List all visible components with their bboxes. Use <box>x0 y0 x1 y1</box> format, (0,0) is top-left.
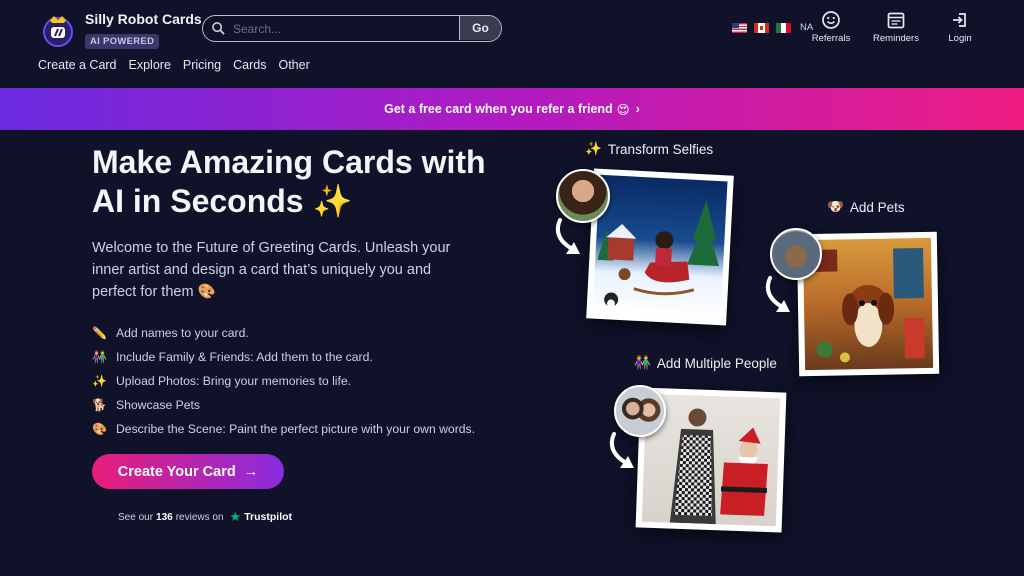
calendar-icon <box>887 12 905 29</box>
dog-icon: 🐕 <box>92 398 107 412</box>
add-multiple-people-heading: 👫 Add Multiple People <box>634 355 777 371</box>
search-go-button[interactable]: Go <box>459 16 501 40</box>
reminders-label: Reminders <box>873 33 919 44</box>
transform-selfies-heading: ✨ Transform Selfies <box>585 141 713 157</box>
search-input[interactable] <box>233 18 458 39</box>
cta-label: Create Your Card <box>117 463 236 480</box>
us-flag-icon[interactable] <box>732 22 747 33</box>
hero-subtitle: Welcome to the Future of Greeting Cards.… <box>92 237 472 303</box>
login-button[interactable]: Login <box>930 10 990 44</box>
feature-text: Showcase Pets <box>116 398 201 412</box>
list-item: 🐕 Showcase Pets <box>92 393 475 417</box>
sparkles-icon: ✨ <box>585 141 602 156</box>
list-item: ✏️ Add names to your card. <box>92 321 475 345</box>
nav-pricing[interactable]: Pricing <box>183 58 221 72</box>
christmas-sleigh-illustration <box>597 200 720 308</box>
referral-banner[interactable]: Get a free card when you refer a friend … <box>0 88 1024 130</box>
list-item: ✨ Upload Photos: Bring your memories to l… <box>92 369 475 393</box>
nav-explore[interactable]: Explore <box>129 58 171 72</box>
curved-arrow-icon <box>555 218 580 254</box>
reviews-prefix: See our <box>118 511 154 523</box>
pencil-icon: ✏️ <box>92 326 107 340</box>
people-icon: 👫 <box>92 350 107 364</box>
smiley-icon <box>822 11 840 29</box>
people-icon: 👫 <box>634 355 651 370</box>
hero-title-line1: Make Amazing Cards with <box>92 144 486 180</box>
feature-list: ✏️ Add names to your card. 👫 Include Famil… <box>92 321 475 441</box>
chevron-right-icon: › <box>635 102 640 116</box>
login-label: Login <box>948 33 972 44</box>
reminders-button[interactable]: Reminders <box>866 10 926 44</box>
dog-face-icon: 🐶 <box>827 199 844 214</box>
login-icon <box>953 13 966 27</box>
main-nav: Create a Card Explore Pricing Cards Othe… <box>38 58 310 72</box>
pet-avatar <box>770 228 822 280</box>
site-header: Silly Robot Cards AI POWERED Go Create a… <box>0 0 1024 88</box>
banner-text: Get a free card when you refer a friend <box>384 102 613 116</box>
search-bar: Go <box>202 15 502 42</box>
nav-other[interactable]: Other <box>278 58 309 72</box>
sparkles-icon: ✨ <box>92 374 107 388</box>
add-multiple-people-label: Add Multiple People <box>656 355 777 371</box>
create-your-card-button[interactable]: Create Your Card → <box>92 454 284 489</box>
arrow-right-icon: → <box>243 463 259 480</box>
feature-text: Upload Photos: Bring your memories to li… <box>116 374 352 388</box>
palette-emoji: 🎨 <box>197 284 216 300</box>
nav-create-a-card[interactable]: Create a Card <box>38 58 117 72</box>
transform-selfies-label: Transform Selfies <box>607 141 714 157</box>
hero-subtitle-text: Welcome to the Future of Greeting Cards.… <box>92 240 451 300</box>
selfie-avatar <box>556 169 610 223</box>
dog-living-room-illustration <box>809 248 925 363</box>
curved-arrow-icon <box>765 276 790 312</box>
canada-flag-icon[interactable] <box>754 22 769 33</box>
add-pets-heading: 🐶 Add Pets <box>827 199 905 215</box>
mexico-flag-icon[interactable] <box>776 22 791 33</box>
ai-powered-badge: AI POWERED <box>85 34 160 49</box>
feature-text: Describe the Scene: Paint the perfect pi… <box>116 422 476 436</box>
add-pets-label: Add Pets <box>849 199 905 215</box>
palette-icon: 🎨 <box>92 422 107 436</box>
hero-title: Make Amazing Cards with AI in Seconds ✨ <box>92 143 532 221</box>
robot-logo-icon[interactable] <box>40 12 76 48</box>
curved-arrow-icon <box>609 432 634 468</box>
hero-title-line2: AI in Seconds <box>92 183 304 219</box>
trustpilot-reviews[interactable]: See our 136 reviews on ★ Trustpilot <box>118 509 292 525</box>
reviews-suffix: reviews on <box>175 511 224 523</box>
feature-text: Add names to your card. <box>116 326 249 340</box>
trustpilot-star-icon: ★ <box>229 509 242 524</box>
list-item: 👫 Include Family & Friends: Add them to t… <box>92 345 475 369</box>
search-icon <box>212 22 225 35</box>
list-item: 🎨 Describe the Scene: Paint the perfect p… <box>92 417 475 441</box>
referrals-label: Referrals <box>811 33 851 44</box>
nav-cards[interactable]: Cards <box>233 58 266 72</box>
heart-eyes-emoji: 😍 <box>616 102 630 117</box>
brand-name[interactable]: Silly Robot Cards <box>85 11 202 27</box>
reviews-count: 136 <box>156 511 173 523</box>
referrals-button[interactable]: Referrals <box>801 10 861 44</box>
feature-text: Include Family & Friends: Add them to th… <box>116 350 373 364</box>
sparkles-emoji: ✨ <box>312 183 353 219</box>
trustpilot-logo[interactable]: Trustpilot <box>244 511 292 523</box>
